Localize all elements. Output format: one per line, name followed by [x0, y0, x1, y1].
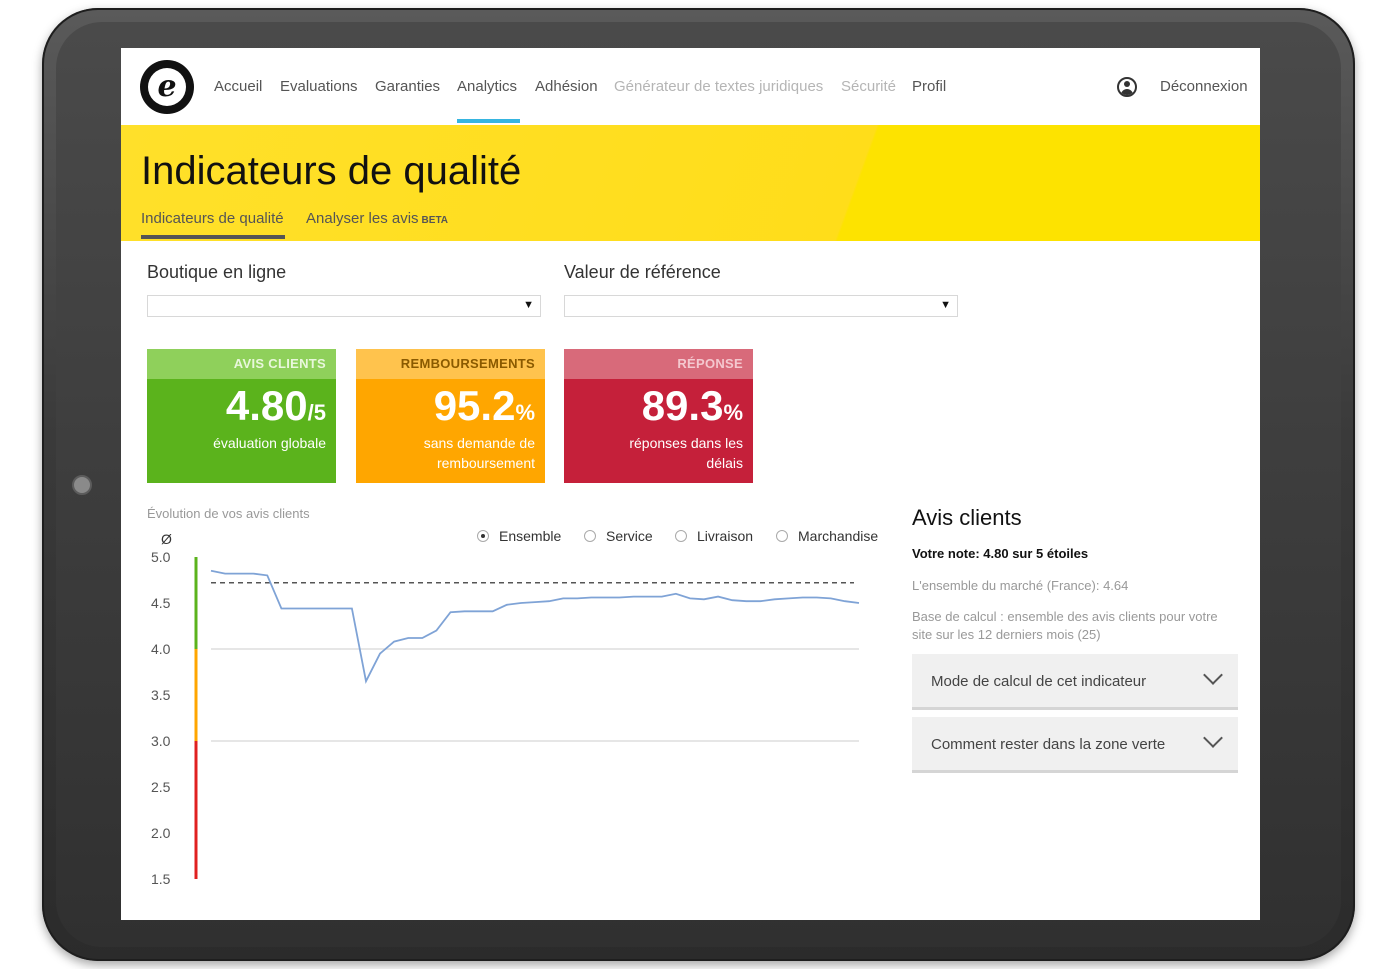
accordion-zone-verte[interactable]: Comment rester dans la zone verte: [912, 717, 1238, 773]
reference-label: Valeur de référence: [564, 262, 721, 282]
subtab-analyser[interactable]: Analyser les avis BETA: [306, 210, 448, 227]
page-banner: Indicateurs de qualité Indicateurs de qu…: [121, 125, 1260, 241]
active-tab-indicator: [457, 119, 520, 123]
top-navigation: e Accueil Evaluations Garanties Analytic…: [121, 48, 1260, 125]
kpi-value: 4.80: [225, 382, 308, 429]
subtab-indicateurs[interactable]: Indicateurs de qualité: [141, 210, 284, 227]
chevron-down-icon: [1203, 665, 1223, 685]
accordion-label: Comment rester dans la zone verte: [931, 736, 1166, 753]
beta-badge: BETA: [421, 215, 449, 226]
logo-letter: e: [148, 68, 186, 106]
your-rating-prefix: Votre note:: [912, 546, 980, 561]
kpi-value-row: 4.80/5: [147, 385, 336, 427]
nav-item-analytics[interactable]: Analytics: [457, 78, 517, 95]
panel-title: Avis clients: [912, 505, 1022, 530]
home-button[interactable]: [72, 475, 92, 495]
kpi-unit: %: [723, 400, 743, 425]
chart-title: Évolution de vos avis clients: [147, 506, 310, 521]
screen: e Accueil Evaluations Garanties Analytic…: [121, 48, 1260, 920]
kpi-desc: sans demande de remboursement: [423, 435, 535, 471]
shop-select[interactable]: ▼: [147, 295, 541, 317]
caret-down-icon: ▼: [940, 299, 951, 311]
page-title: Indicateurs de qualité: [141, 149, 522, 193]
nav-item-securite[interactable]: Sécurité: [841, 78, 896, 95]
y-tick-label: 3.5: [151, 687, 171, 703]
nav-item-adhesion[interactable]: Adhésion: [535, 78, 598, 95]
kpi-head: AVIS CLIENTS: [147, 349, 336, 379]
kpi-value: 89.3: [641, 382, 724, 429]
rating-evolution-chart: Ø 5.0 4.5 4.0 3.5 3.0 2.5 2.0 1.5: [151, 531, 860, 887]
accordion-label: Mode de calcul de cet indicateur: [931, 673, 1147, 690]
kpi-desc: réponses dans les délais: [629, 435, 743, 471]
shop-label: Boutique en ligne: [147, 262, 287, 282]
kpi-head: RÉPONSE: [564, 349, 753, 379]
kpi-value-row: 95.2%: [356, 385, 545, 427]
nav-item-evaluations[interactable]: Evaluations: [280, 78, 358, 95]
calculation-basis: Base de calcul : ensemble des avis clien…: [912, 609, 1218, 642]
y-tick-label: 1.5: [151, 871, 171, 887]
nav-item-accueil[interactable]: Accueil: [214, 78, 262, 95]
y-tick-label: 3.0: [151, 733, 171, 749]
kpi-unit: /5: [307, 400, 326, 425]
kpi-desc: évaluation globale: [213, 435, 326, 451]
subtab-analyser-label: Analyser les avis: [306, 210, 419, 227]
kpi-value-row: 89.3%: [564, 385, 753, 427]
nav-item-garanties[interactable]: Garanties: [375, 78, 440, 95]
series-line: [210, 569, 860, 684]
your-rating-value: 4.80 sur 5 étoiles: [983, 546, 1089, 561]
chevron-down-icon: [1203, 728, 1223, 748]
logo[interactable]: e: [140, 60, 194, 114]
kpi-reponse[interactable]: RÉPONSE 89.3% réponses dans les délais: [564, 349, 753, 483]
y-tick-label: 4.0: [151, 641, 171, 657]
user-icon[interactable]: [1117, 77, 1137, 97]
y-tick-label: 2.0: [151, 825, 171, 841]
kpi-head: REMBOURSEMENTS: [356, 349, 545, 379]
nav-item-profil[interactable]: Profil: [912, 78, 946, 95]
y-tick-label: 2.5: [151, 779, 171, 795]
active-subtab-indicator: [141, 235, 285, 239]
kpi-avis-clients[interactable]: AVIS CLIENTS 4.80/5 évaluation globale: [147, 349, 336, 483]
logout-link[interactable]: Déconnexion: [1160, 78, 1248, 95]
kpi-unit: %: [515, 400, 535, 425]
kpi-value: 95.2: [433, 382, 516, 429]
accordion-mode-calcul[interactable]: Mode de calcul de cet indicateur: [912, 654, 1238, 710]
y-tick-label: 5.0: [151, 549, 171, 565]
y-tick-label: 4.5: [151, 595, 171, 611]
market-rating: L'ensemble du marché (France): 4.64: [912, 578, 1129, 593]
caret-down-icon: ▼: [523, 299, 534, 311]
nav-item-generateur[interactable]: Générateur de textes juridiques: [614, 78, 823, 95]
your-rating: Votre note: 4.80 sur 5 étoiles: [912, 546, 1088, 561]
y-axis-label: Ø: [161, 531, 172, 547]
reference-select[interactable]: ▼: [564, 295, 958, 317]
kpi-remboursements[interactable]: REMBOURSEMENTS 95.2% sans demande de rem…: [356, 349, 545, 483]
